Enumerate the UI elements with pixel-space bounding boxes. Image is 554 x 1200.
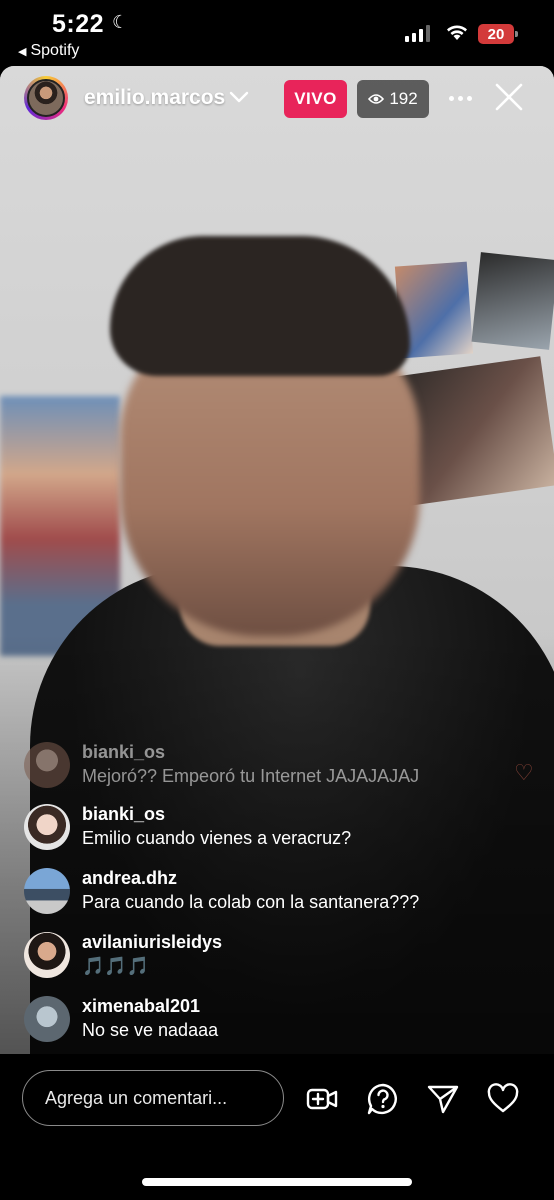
back-to-app-button[interactable]: ◀ Spotify — [18, 42, 79, 60]
comment-text: No se ve nadaaa — [82, 1020, 219, 1040]
back-arrow-icon: ◀ — [18, 45, 27, 58]
comment-text: Emilio cuando vienes a veracruz? — [82, 828, 352, 848]
send-icon[interactable] — [426, 1082, 460, 1116]
avatar[interactable] — [24, 868, 70, 914]
avatar[interactable] — [24, 932, 70, 978]
moon-icon: ☾ — [112, 12, 129, 32]
comment-text: 🎵🎵🎵 — [82, 956, 150, 976]
viewer-count-badge[interactable]: 192 — [357, 80, 429, 118]
back-app-label: Spotify — [30, 42, 80, 59]
chevron-down-icon[interactable] — [228, 86, 250, 108]
status-bar: 5:22 ☾ ◀ Spotify 20 — [0, 0, 554, 66]
comment-username[interactable]: andrea.dhz — [82, 868, 177, 889]
viewer-count: 192 — [389, 89, 418, 108]
comment-username[interactable]: bianki_os — [82, 742, 165, 763]
comment-text: Mejoró?? Empeoró tu Internet JAJAJAJAJ — [82, 766, 420, 786]
heart-icon[interactable] — [486, 1082, 520, 1116]
home-indicator[interactable] — [142, 1178, 412, 1186]
battery-icon: 20 — [478, 24, 518, 44]
signal-icon — [405, 24, 430, 42]
eye-icon — [368, 94, 385, 104]
bottom-bar — [0, 1054, 554, 1200]
avatar[interactable] — [24, 996, 70, 1042]
host-username[interactable]: emilio.marcos — [84, 86, 225, 110]
comment-username[interactable]: bianki_os — [82, 804, 165, 825]
comment-username[interactable]: ximenabal201 — [82, 996, 200, 1017]
more-icon[interactable] — [446, 82, 474, 114]
comment-text: Para cuando la colab con la santanera??? — [82, 892, 420, 912]
add-video-icon[interactable] — [305, 1082, 339, 1116]
comment-item: andrea.dhz Para cuando la colab con la s… — [24, 864, 524, 918]
comment-item: ximenabal201 No se ve nadaaa — [24, 992, 524, 1046]
comment-username[interactable]: avilaniurisleidys — [82, 932, 222, 953]
comment-item: avilaniurisleidys 🎵🎵🎵 — [24, 928, 524, 982]
question-icon[interactable] — [366, 1082, 400, 1116]
status-time: 5:22 — [52, 10, 105, 38]
battery-level: 20 — [487, 25, 505, 43]
comment-item: bianki_os Emilio cuando vienes a veracru… — [24, 800, 524, 854]
avatar[interactable] — [24, 76, 68, 120]
wifi-icon — [447, 25, 467, 40]
avatar[interactable] — [24, 804, 70, 850]
close-icon[interactable] — [494, 82, 524, 112]
live-header: emilio.marcos VIVO 192 — [0, 72, 554, 124]
comment-input[interactable] — [22, 1070, 284, 1126]
comment-item: bianki_os Mejoró?? Empeoró tu Internet J… — [24, 738, 524, 792]
live-badge: VIVO — [284, 80, 347, 118]
avatar[interactable] — [24, 742, 70, 788]
floating-heart-icon: ♡ — [514, 760, 534, 785]
